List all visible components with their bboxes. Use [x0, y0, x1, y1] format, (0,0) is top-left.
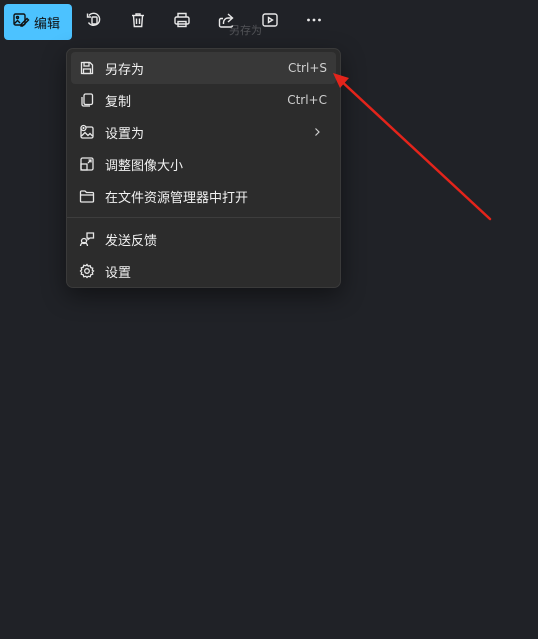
play-icon	[261, 11, 279, 33]
menu-item-label: 在文件资源管理器中打开	[105, 190, 249, 206]
print-button[interactable]	[160, 4, 204, 40]
menu-item-shortcut: Ctrl+C	[287, 93, 327, 107]
menu-item-label: 复制	[105, 94, 132, 110]
menu-item-send-feedback[interactable]: 发送反馈	[71, 223, 336, 255]
menu-item-resize-image[interactable]: 调整图像大小	[71, 148, 336, 180]
menu-item-shortcut: Ctrl+S	[287, 61, 327, 75]
trash-icon	[129, 11, 147, 33]
menu-item-copy[interactable]: 复制 Ctrl+C	[71, 84, 336, 116]
rotate-button[interactable]	[72, 4, 116, 40]
menu-item-label: 调整图像大小	[105, 158, 184, 174]
feedback-icon	[78, 230, 96, 248]
menu-separator	[67, 217, 340, 218]
edit-button-label: 编辑	[34, 16, 61, 32]
menu-item-label: 另存为	[105, 62, 145, 78]
gear-icon	[78, 262, 96, 280]
menu-item-label: 发送反馈	[105, 233, 158, 249]
menu-item-open-in-explorer[interactable]: 在文件资源管理器中打开	[71, 180, 336, 212]
resize-icon	[78, 155, 96, 173]
menu-item-label: 设置	[105, 265, 132, 281]
edit-image-icon	[12, 11, 34, 33]
folder-icon	[78, 187, 96, 205]
more-icon	[305, 11, 323, 33]
save-icon	[78, 59, 96, 77]
toolbar: 编辑	[4, 4, 336, 40]
delete-button[interactable]	[116, 4, 160, 40]
copy-icon	[78, 91, 96, 109]
set-as-icon	[78, 123, 96, 141]
rotate-icon	[85, 11, 103, 33]
print-icon	[173, 11, 191, 33]
more-button-tooltip: 另存为	[229, 24, 262, 37]
more-options-menu: 另存为 Ctrl+S 复制 Ctrl+C 设置为 调整图像大小 在文件资源管理器…	[66, 48, 341, 288]
more-button[interactable]	[292, 4, 336, 40]
menu-item-save-as[interactable]: 另存为 Ctrl+S	[71, 52, 336, 84]
menu-item-settings[interactable]: 设置	[71, 255, 336, 287]
menu-item-label: 设置为	[105, 126, 145, 142]
edit-button[interactable]: 编辑	[4, 4, 72, 40]
menu-item-set-as[interactable]: 设置为	[71, 116, 336, 148]
chevron-right-icon	[312, 127, 322, 137]
